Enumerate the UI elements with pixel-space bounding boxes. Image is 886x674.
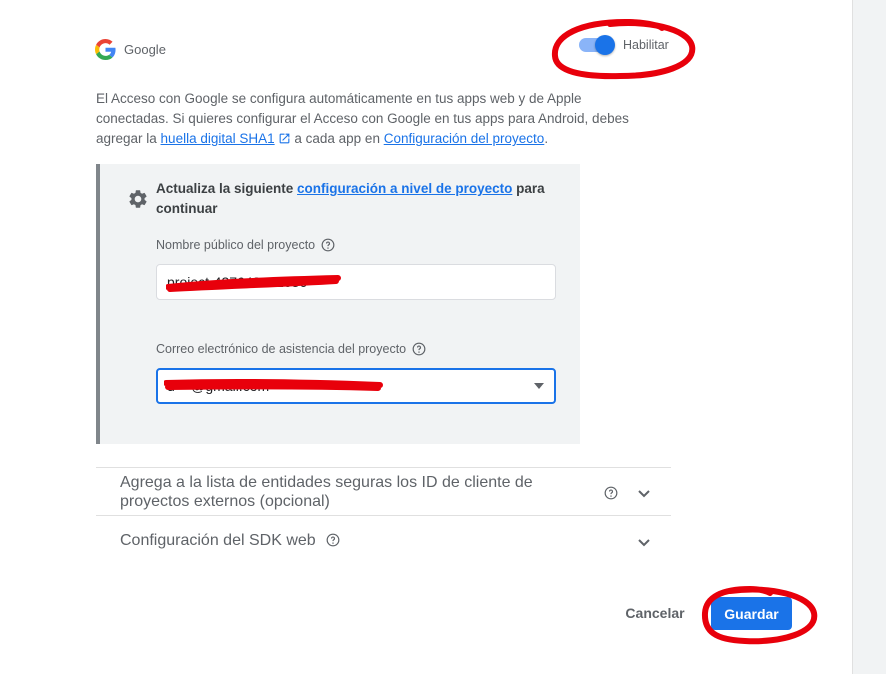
public-name-label: Nombre público del proyecto [156,238,316,252]
toggle-thumb[interactable] [595,35,615,55]
intro-text: El Acceso con Google se configura automá… [96,89,656,149]
provider-name: Google [124,41,166,57]
right-gutter [852,0,886,674]
help-icon[interactable] [412,342,426,356]
config-heading-part: Actualiza la siguiente [156,181,298,196]
gear-icon [129,190,147,208]
help-icon[interactable] [326,533,340,547]
web-sdk-config-label: Configuración del SDK web [120,532,316,549]
project-config-link[interactable]: Configuración del proyecto [384,131,545,146]
public-name-label-row: Nombre público del proyecto [156,238,335,252]
support-email-label-row: Correo electrónico de asistencia del pro… [156,342,426,356]
support-email-label: Correo electrónico de asistencia del pro… [156,342,407,356]
external-link-icon[interactable] [278,132,291,145]
toggle-label: Habilitar [623,38,669,52]
web-sdk-config-expander-title[interactable]: Configuración del SDK web [120,531,540,550]
support-email-select[interactable]: d***@gmail.com [156,368,556,404]
divider [96,515,671,516]
cancel-button[interactable]: Cancelar [616,598,694,628]
provider-header: Google [95,37,166,61]
intro-text-part: . [544,131,549,146]
toggle-track[interactable] [579,35,615,55]
project-level-config-link[interactable]: configuración a nivel de proyecto [297,181,512,196]
dropdown-caret-icon[interactable] [534,383,544,389]
help-icon[interactable] [321,238,335,252]
public-name-input[interactable] [156,264,556,300]
chevron-down-icon[interactable] [638,490,650,498]
sha1-fingerprint-link[interactable]: huella digital SHA1 [161,131,275,146]
google-g-icon [95,38,116,60]
enable-toggle[interactable]: Habilitar [579,35,669,55]
save-button[interactable]: Guardar [711,597,792,630]
project-config-panel: Actualiza la siguiente configuración a n… [96,164,580,444]
help-icon[interactable] [604,486,618,500]
divider [96,467,671,468]
intro-text-part: a cada app en [290,131,384,146]
chevron-down-icon[interactable] [638,539,650,547]
support-email-value: d***@gmail.com [167,378,270,394]
config-heading: Actualiza la siguiente configuración a n… [156,179,566,219]
trusted-client-ids-expander-title[interactable]: Agrega a la lista de entidades seguras l… [120,473,540,511]
